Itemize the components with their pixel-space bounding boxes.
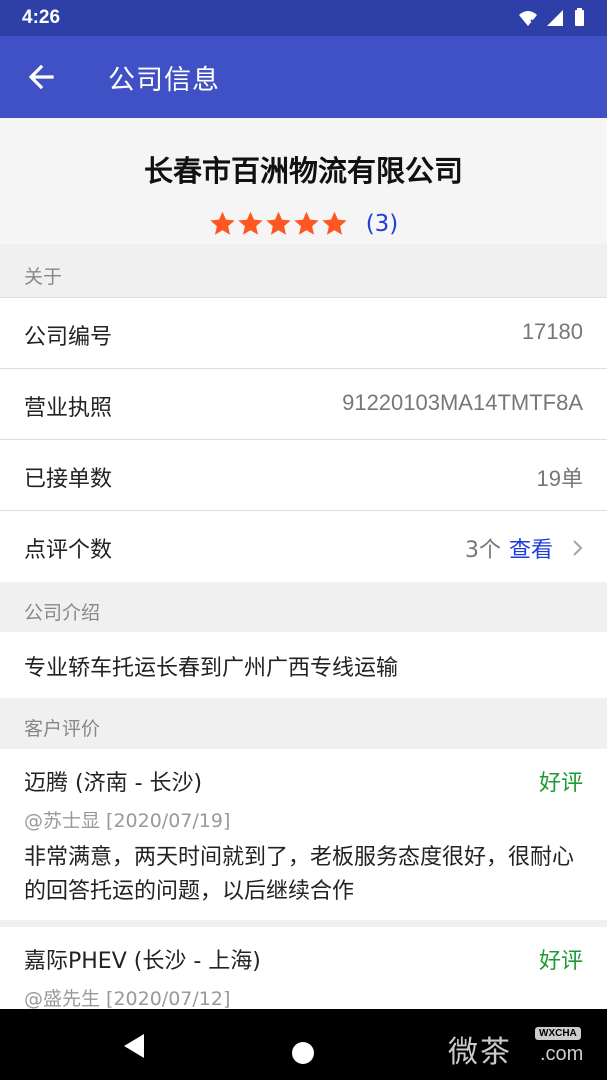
section-intro-label: 公司介绍 — [24, 602, 101, 624]
review-count-value: 3个 — [464, 538, 501, 563]
info-value: 91220103MA14TMTF8A — [342, 390, 583, 415]
app-bar: 公司信息 — [0, 36, 607, 118]
info-label: 营业执照 — [24, 396, 113, 421]
review-count-link[interactable]: 3个 查看 — [465, 532, 585, 564]
rating-stars — [209, 210, 348, 237]
section-reviews-label: 客户评价 — [24, 718, 101, 740]
review-meta: @盛先生 [2020/07/12] — [24, 988, 231, 1009]
review-meta: @苏士显 [2020/07/19] — [24, 810, 231, 832]
intro-text: 专业轿车托运长春到广州广西专线运输 — [24, 656, 399, 681]
info-row-orders: 已接单数 19单 — [0, 440, 607, 511]
nav-back-icon[interactable] — [122, 1033, 146, 1059]
info-label: 已接单数 — [24, 467, 113, 492]
back-arrow-icon[interactable] — [22, 57, 62, 97]
status-bar: 4:26 — [0, 0, 607, 36]
info-row-business-license: 营业执照 91220103MA14TMTF8A — [0, 369, 607, 440]
page-title: 公司信息 — [108, 65, 220, 96]
star-icon — [210, 211, 235, 235]
watermark-text: 微茶 — [448, 1035, 512, 1070]
system-nav-bar: 微茶 WXCHA .com — [0, 1009, 607, 1080]
company-name: 长春市百洲物流有限公司 — [143, 154, 463, 188]
section-about-label: 关于 — [24, 266, 63, 288]
chevron-right-icon — [573, 540, 583, 556]
info-row-company-id: 公司编号 17180 — [0, 298, 607, 369]
rating-count[interactable]: (3) — [366, 211, 399, 237]
review-body: 非常满意，两天时间就到了，老板服务态度很好，很耐心的回答托运的问题，以后继续合作 — [24, 845, 575, 904]
review-card: 迈腾 (济南 - 长沙) 好评 @苏士显 [2020/07/19] 非常满意，两… — [0, 749, 607, 920]
company-intro: 专业轿车托运长春到广州广西专线运输 — [0, 632, 607, 698]
nav-home-icon[interactable] — [292, 1042, 314, 1064]
watermark-suffix: .com — [540, 1043, 584, 1065]
status-icons — [519, 8, 584, 26]
company-rating: (3) — [0, 210, 607, 237]
star-icon — [294, 211, 319, 235]
review-rating-tag: 好评 — [538, 949, 583, 974]
info-value: 17180 — [521, 319, 583, 344]
review-title: 迈腾 (济南 - 长沙) — [24, 771, 203, 796]
info-label: 点评个数 — [24, 538, 113, 563]
review-title: 嘉际PHEV (长沙 - 上海) — [24, 949, 261, 974]
star-icon — [266, 211, 291, 235]
signal-icon — [547, 10, 563, 26]
wifi-icon — [519, 11, 537, 26]
review-rating-tag: 好评 — [538, 771, 583, 796]
watermark-badge: WXCHA — [535, 1027, 581, 1040]
info-label: 公司编号 — [24, 325, 113, 350]
company-header: 长春市百洲物流有限公司 (3) — [0, 118, 607, 244]
status-time: 4:26 — [22, 7, 61, 28]
star-icon — [322, 211, 347, 235]
star-icon — [238, 211, 263, 235]
battery-icon — [575, 10, 584, 26]
company-info-list: 公司编号 17180 营业执照 91220103MA14TMTF8A 已接单数 … — [0, 297, 607, 582]
watermark-logo: 微茶 WXCHA .com — [448, 1019, 598, 1070]
view-reviews-link[interactable]: 查看 — [509, 532, 553, 564]
review-card: 嘉际PHEV (长沙 - 上海) 好评 @盛先生 [2020/07/12] — [0, 927, 607, 1009]
info-value: 19单 — [536, 466, 583, 491]
info-row-review-count[interactable]: 点评个数 3个 查看 — [0, 511, 607, 582]
